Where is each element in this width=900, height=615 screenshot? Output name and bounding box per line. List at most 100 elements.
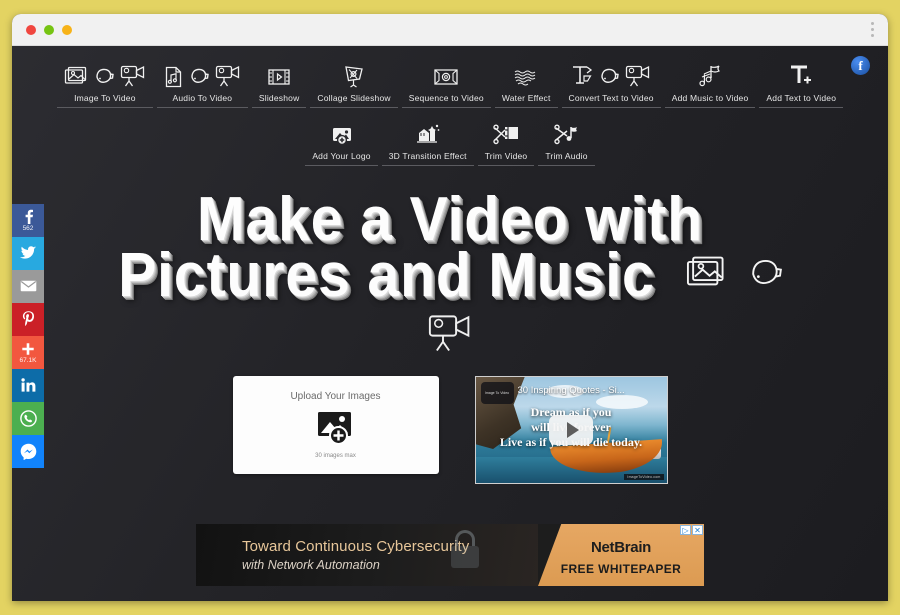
share-count: 67.1K — [19, 356, 37, 364]
share-button-pinterest[interactable] — [12, 303, 44, 336]
nav-label: Audio To Video — [172, 93, 233, 103]
window-controls — [26, 25, 72, 35]
pinterest-icon — [22, 311, 34, 326]
close-icon[interactable]: ✕ — [692, 525, 703, 535]
upload-images-dropzone[interactable]: Upload Your Images 30 images max — [232, 376, 439, 474]
nav-label: Water Effect — [501, 93, 551, 103]
nav-item-trim-audio[interactable]: Trim Audio — [538, 112, 595, 166]
social-share-sidebar: 562 67.1K — [12, 204, 44, 468]
hand-pointer-icon — [601, 68, 619, 83]
twitter-icon — [20, 246, 36, 259]
play-icon[interactable] — [549, 415, 593, 445]
image-icon — [686, 256, 724, 285]
advertisement-banner[interactable]: Toward Continuous Cybersecurity with Net… — [196, 524, 704, 586]
share-button-messenger[interactable] — [12, 435, 44, 468]
video-title: 30 Inspiring Quotes - Si... — [517, 385, 625, 396]
nav-icon-group — [672, 54, 749, 88]
nav-item-water-effect[interactable]: Water Effect — [494, 54, 558, 108]
collage-icon — [345, 66, 363, 88]
facebook-share-badge[interactable]: f — [851, 56, 870, 75]
facebook-icon — [25, 209, 33, 224]
hand-pointer-icon — [191, 68, 209, 83]
nav-label: Collage Slideshow — [317, 93, 391, 103]
share-button-twitter[interactable] — [12, 237, 44, 270]
content-panels: Upload Your Images 30 images max Image T… — [12, 376, 888, 484]
ad-message-panel: Toward Continuous Cybersecurity with Net… — [196, 524, 538, 586]
nav-icon-group — [766, 54, 836, 88]
linkedin-icon — [20, 378, 35, 392]
text-plus-icon — [791, 65, 812, 84]
share-button-facebook[interactable]: 562 — [12, 204, 44, 237]
text-icon — [573, 66, 593, 84]
top-navigation: Image To Video Audio To Video Slideshow … — [12, 46, 888, 166]
nav-icon-group — [312, 112, 370, 146]
upload-note: 30 images max — [315, 453, 356, 459]
nav-label: Convert Text to Video — [568, 93, 654, 103]
hero-camera-icon-wrap — [12, 312, 888, 354]
audio-file-icon — [165, 66, 182, 88]
messenger-icon — [20, 443, 36, 460]
nav-label: 3D Transition Effect — [388, 151, 467, 161]
sequence-icon — [434, 69, 458, 85]
nav-label: Image To Video — [74, 93, 136, 103]
hero-section: Make a Video with Pictures and Music — [12, 189, 888, 354]
page-title: Make a Video with Pictures and Music — [47, 189, 853, 307]
nav-icon-group — [317, 54, 390, 88]
video-preview-card[interactable]: Image To Video 30 Inspiring Quotes - Si.… — [474, 376, 668, 484]
video-camera-icon — [120, 65, 145, 87]
kebab-menu-icon[interactable] — [871, 22, 874, 37]
add-image-icon — [317, 412, 351, 445]
nav-label: Add Text to Video — [766, 93, 837, 103]
add-logo-icon — [332, 128, 351, 146]
ad-controls: ▷ ✕ — [680, 525, 703, 535]
video-channel-badge: Image To Video — [480, 382, 514, 404]
nav-label: Trim Audio — [545, 151, 588, 161]
browser-window: Image To Video Audio To Video Slideshow … — [12, 14, 888, 601]
ad-cta-label: FREE WHITEPAPER — [560, 561, 682, 576]
nav-label: Trim Video — [484, 151, 528, 161]
page-viewport: Image To Video Audio To Video Slideshow … — [12, 46, 888, 601]
nav-item-image-to-video[interactable]: Image To Video — [56, 54, 153, 108]
image-icon — [64, 66, 87, 84]
adchoices-icon[interactable]: ▷ — [680, 525, 691, 535]
nav-item-audio-to-video[interactable]: Audio To Video — [156, 54, 248, 108]
ad-cta-panel[interactable]: NetBrain FREE WHITEPAPER ▷ ✕ — [538, 524, 704, 586]
video-camera-icon — [625, 65, 650, 87]
ad-brand-logo: NetBrain — [590, 538, 652, 556]
share-button-email[interactable] — [12, 270, 44, 303]
nav-icon-group — [485, 112, 528, 146]
nav-item-convert-text-to-video[interactable]: Convert Text to Video — [561, 54, 661, 108]
nav-item-collage-slideshow[interactable]: Collage Slideshow — [310, 54, 398, 108]
hero-line-2-wrap: Pictures and Music — [47, 245, 853, 307]
scissors-audio-icon — [553, 124, 577, 145]
scissors-video-icon — [493, 124, 519, 145]
nav-icon-group — [64, 54, 146, 88]
nav-row-secondary: Add Your Logo 3D Transition Effect Trim … — [12, 112, 888, 166]
share-button-linkedin[interactable] — [12, 369, 44, 402]
water-waves-icon — [514, 70, 536, 86]
nav-icon-group — [259, 54, 300, 88]
nav-item-add-your-logo[interactable]: Add Your Logo — [305, 112, 378, 166]
nav-item-add-text-to-video[interactable]: Add Text to Video — [759, 54, 844, 108]
nav-item-slideshow[interactable]: Slideshow — [251, 54, 307, 108]
plus-icon — [22, 342, 34, 355]
share-button-more[interactable]: 67.1K — [12, 336, 44, 369]
nav-item-sequence-to-video[interactable]: Sequence to Video — [401, 54, 491, 108]
minimize-window-button[interactable] — [44, 25, 54, 35]
nav-row-primary: Image To Video Audio To Video Slideshow … — [12, 54, 888, 108]
nav-item-3d-transition-effect[interactable]: 3D Transition Effect — [381, 112, 474, 166]
close-window-button[interactable] — [26, 25, 36, 35]
nav-icon-group — [569, 54, 654, 88]
music-note-icon — [699, 65, 721, 87]
nav-icon-group — [409, 54, 484, 88]
nav-icon-group — [389, 112, 467, 146]
whatsapp-icon — [19, 409, 37, 427]
nav-item-trim-video[interactable]: Trim Video — [477, 112, 535, 166]
nav-item-add-music-to-video[interactable]: Add Music to Video — [664, 54, 756, 108]
video-watermark: ImageToVideo.com — [624, 474, 664, 480]
browser-titlebar — [12, 14, 888, 46]
nav-icon-group — [164, 54, 241, 88]
share-button-whatsapp[interactable] — [12, 402, 44, 435]
maximize-window-button[interactable] — [62, 25, 72, 35]
share-count: 562 — [22, 225, 34, 232]
